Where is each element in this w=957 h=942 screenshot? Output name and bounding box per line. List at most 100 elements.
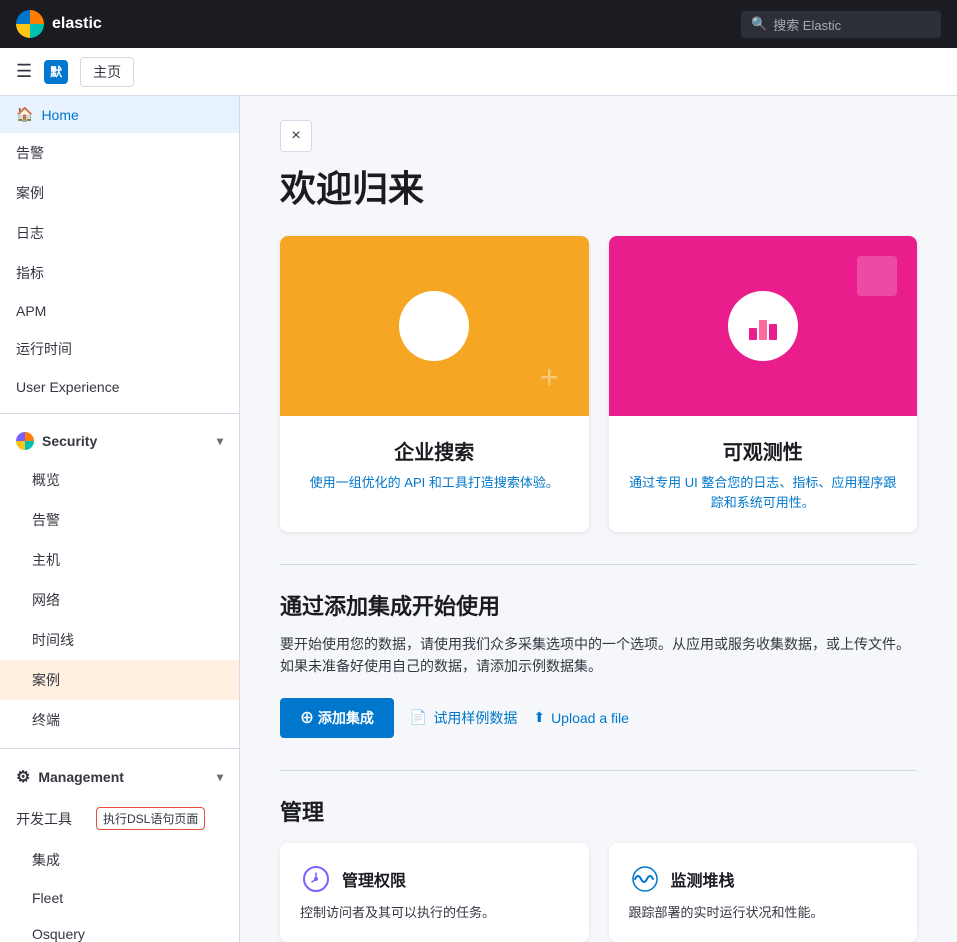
sidebar-runtime-label: 运行时间 (16, 339, 72, 359)
sidebar-item-sec-alerts[interactable]: 告警 (0, 500, 239, 540)
sidebar-item-sec-cases[interactable]: 案例 (0, 660, 239, 700)
enterprise-search-card[interactable]: + 企业搜索 使用一组优化的 API 和工具打造搜索体验。 (280, 236, 589, 532)
add-integration-main-label: ⊕ 添加集成 (300, 708, 374, 728)
management-section-title: 管理 (280, 795, 917, 827)
upload-icon: ⬆ (533, 709, 545, 726)
sidebar-item-timeline[interactable]: 时间线 (0, 620, 239, 660)
sidebar-item-network[interactable]: 网络 (0, 580, 239, 620)
observability-card-body: 可观测性 通过专用 UI 整合您的日志、指标、应用程序跟踪和系统可用性。 (609, 416, 918, 532)
sidebar-item-fleet[interactable]: Fleet (0, 880, 239, 916)
sidebar-management-label: Management (38, 769, 124, 785)
mgmt-cards-row: 管理权限 控制访问者及其可以执行的任务。 监测堆栈 (280, 843, 917, 942)
search-bar[interactable]: 🔍 搜索 Elastic (741, 11, 941, 38)
hamburger-button[interactable]: ☰ (16, 61, 32, 82)
main-layout: 🏠 Home 告警 案例 日志 指标 APM 运行时间 User Experie… (0, 96, 957, 942)
sample-data-button[interactable]: 📄 试用样例数据 (410, 708, 517, 728)
sample-data-icon: 📄 (410, 709, 427, 726)
home-tab[interactable]: 主页 (80, 57, 134, 87)
feature-cards-row: + 企业搜索 使用一组优化的 API 和工具打造搜索体验。 (280, 236, 917, 532)
sidebar-logs-label: 日志 (16, 223, 44, 243)
management-chevron-icon: ▾ (217, 770, 223, 784)
welcome-title: 欢迎归来 (280, 160, 917, 212)
sidebar-item-metrics[interactable]: 指标 (0, 253, 239, 293)
sidebar-item-home[interactable]: 🏠 Home (0, 96, 239, 133)
management-section-items: 开发工具 执行DSL语句页面 集成 Fleet Osquery 堆栈监控 Sta… (0, 797, 239, 942)
manage-permissions-header: 管理权限 (300, 863, 569, 895)
sidebar-item-endpoints[interactable]: 终端 (0, 700, 239, 740)
observability-icon (728, 291, 798, 361)
main-content: × 欢迎归来 (240, 96, 957, 942)
close-btn-row: × (280, 120, 917, 152)
monitor-stack-card[interactable]: 监测堆栈 跟踪部署的实时运行状况和性能。 (609, 843, 918, 942)
elastic-logo-text: elastic (52, 15, 102, 33)
sidebar-endpoints-label: 终端 (32, 710, 60, 730)
sidebar-item-osquery[interactable]: Osquery (0, 916, 239, 942)
sidebar-fleet-label: Fleet (32, 890, 63, 906)
add-integration-main-button[interactable]: ⊕ 添加集成 (280, 698, 394, 738)
sidebar-alerts-label: 告警 (16, 143, 44, 163)
section-divider-1 (280, 564, 917, 565)
sidebar-metrics-label: 指标 (16, 263, 44, 283)
monitor-stack-header: 监测堆栈 (629, 863, 898, 895)
sidebar-hosts-label: 主机 (32, 550, 60, 570)
sidebar-integrations-label: 集成 (32, 850, 60, 870)
enterprise-search-icon (399, 291, 469, 361)
sidebar-divider-2 (0, 748, 239, 749)
get-started-title: 通过添加集成开始使用 (280, 589, 917, 621)
devtools-tooltip[interactable]: 执行DSL语句页面 (96, 807, 205, 830)
sidebar-timeline-label: 时间线 (32, 630, 74, 650)
section-divider-2 (280, 770, 917, 771)
sidebar-item-user-experience[interactable]: User Experience (0, 369, 239, 405)
sidebar-sec-cases-label: 案例 (32, 670, 60, 690)
sidebar-security-label: Security (42, 433, 97, 449)
sidebar-cases-label: 案例 (16, 183, 44, 203)
security-section-icon (16, 432, 34, 450)
sidebar-item-hosts[interactable]: 主机 (0, 540, 239, 580)
upload-file-button[interactable]: ⬆ Upload a file (533, 709, 629, 726)
sidebar-item-cases[interactable]: 案例 (0, 173, 239, 213)
sidebar-overview-label: 概览 (32, 470, 60, 490)
sidebar-network-label: 网络 (32, 590, 60, 610)
sidebar-apm-label: APM (16, 303, 46, 319)
sidebar-item-runtime[interactable]: 运行时间 (0, 329, 239, 369)
sidebar-item-overview[interactable]: 概览 (0, 460, 239, 500)
close-button[interactable]: × (280, 120, 312, 152)
manage-permissions-title: 管理权限 (342, 867, 406, 891)
home-icon: 🏠 (16, 106, 33, 123)
elastic-logo-icon (16, 10, 44, 38)
permissions-icon (300, 863, 332, 895)
get-started-desc: 要开始使用您的数据，请使用我们众多采集选项中的一个选项。从应用或服务收集数据，或… (280, 633, 917, 678)
sidebar: 🏠 Home 告警 案例 日志 指标 APM 运行时间 User Experie… (0, 96, 240, 942)
sidebar-section-management[interactable]: ⚙ Management ▾ (0, 757, 239, 797)
monitor-stack-desc: 跟踪部署的实时运行状况和性能。 (629, 903, 898, 923)
enterprise-search-card-image: + (280, 236, 589, 416)
sidebar-item-alerts[interactable]: 告警 (0, 133, 239, 173)
devtools-row: 开发工具 执行DSL语句页面 (0, 797, 239, 840)
elastic-logo[interactable]: elastic (16, 10, 102, 38)
enterprise-search-card-body: 企业搜索 使用一组优化的 API 和工具打造搜索体验。 (280, 416, 589, 513)
monitor-icon (629, 863, 661, 895)
sidebar-sec-alerts-label: 告警 (32, 510, 60, 530)
management-section-icon: ⚙ (16, 767, 30, 787)
plus-decoration: + (540, 359, 559, 396)
sidebar-item-devtools[interactable]: 开发工具 (16, 809, 72, 829)
sidebar-item-apm[interactable]: APM (0, 293, 239, 329)
action-buttons-row: ⊕ 添加集成 📄 试用样例数据 ⬆ Upload a file (280, 698, 917, 738)
observability-card-image (609, 236, 918, 416)
home-badge: 默 (44, 60, 68, 84)
content-wrapper: × 欢迎归来 (240, 96, 957, 942)
security-chevron-icon: ▾ (217, 434, 223, 448)
observability-desc: 通过专用 UI 整合您的日志、指标、应用程序跟踪和系统可用性。 (629, 473, 898, 512)
enterprise-search-title: 企业搜索 (300, 436, 569, 465)
sidebar-user-experience-label: User Experience (16, 379, 120, 395)
observability-card[interactable]: 可观测性 通过专用 UI 整合您的日志、指标、应用程序跟踪和系统可用性。 (609, 236, 918, 532)
manage-permissions-card[interactable]: 管理权限 控制访问者及其可以执行的任务。 (280, 843, 589, 942)
search-icon: 🔍 (751, 16, 767, 32)
upload-label: Upload a file (551, 710, 629, 726)
sample-data-label: 试用样例数据 (433, 708, 517, 728)
monitor-stack-title: 监测堆栈 (671, 867, 735, 891)
sidebar-item-logs[interactable]: 日志 (0, 213, 239, 253)
sidebar-item-integrations[interactable]: 集成 (0, 840, 239, 880)
sidebar-section-security[interactable]: Security ▾ (0, 422, 239, 460)
close-icon: × (291, 127, 300, 145)
